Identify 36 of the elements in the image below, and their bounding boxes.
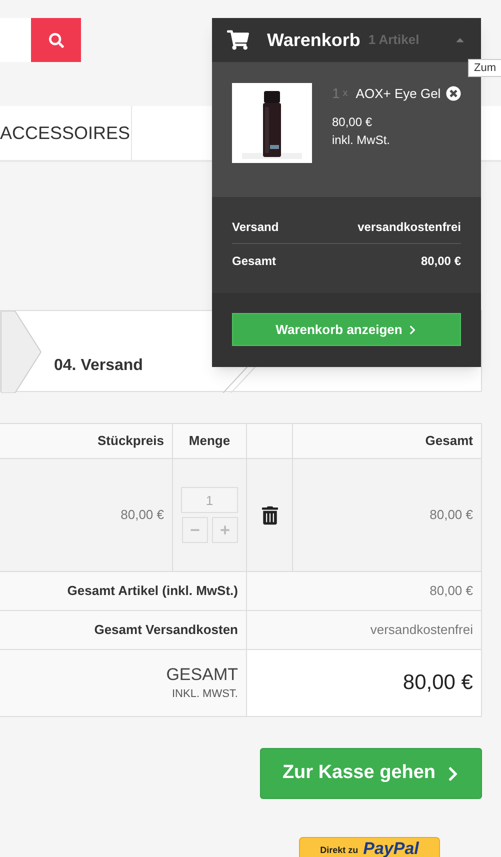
table-cell: 80,00 € — [0, 459, 173, 571]
close-icon — [446, 86, 461, 101]
total-value: versandkostenfrei — [358, 219, 461, 236]
summary-value: versandkostenfrei — [369, 621, 474, 640]
search-field[interactable] — [0, 18, 31, 62]
delete-button[interactable] — [262, 506, 278, 524]
quantity-field[interactable]: 1 — [181, 487, 238, 513]
cart-title: Warenkorb — [267, 28, 360, 52]
nav-link[interactable]: ACCESSOIRES — [0, 106, 132, 160]
total-label: Gesamt — [232, 252, 276, 270]
remove-button[interactable] — [446, 86, 461, 101]
cart-icon — [227, 30, 249, 50]
tooltip: Zum — [468, 59, 501, 77]
column-header: Gesamt — [424, 432, 474, 450]
total-value: 80,00 € — [420, 252, 461, 270]
grand-total-label: GESAMT — [166, 664, 238, 686]
table-cell-text: 80,00 € — [428, 506, 474, 524]
item-name: AOX+ Eye Gel — [356, 84, 441, 103]
column-header: Menge — [173, 424, 247, 458]
total-label: Versand — [232, 219, 279, 236]
tax-note: inkl. MwSt. — [332, 132, 392, 149]
search-icon — [48, 32, 64, 48]
chevron-right-icon — [408, 324, 418, 334]
tax-note: INKL. MWST. — [172, 686, 238, 702]
checkout-button[interactable]: Zur Kasse gehen — [260, 748, 482, 799]
step-label: 04. Versand — [54, 357, 144, 375]
grand-total-value: 80,00 € — [247, 650, 481, 716]
summary-value: 80,00 € — [428, 582, 474, 600]
trash-icon — [262, 506, 278, 524]
plus-icon — [220, 525, 230, 535]
item-price: 80,00 € — [332, 114, 374, 131]
view-cart-button[interactable]: Warenkorb anzeigen — [232, 313, 461, 346]
column-header: Stückpreis — [0, 424, 173, 458]
search-button[interactable] — [31, 18, 81, 62]
summary-label: Gesamt Versandkosten — [0, 611, 247, 649]
summary-label: Gesamt Artikel (inkl. MwSt.) — [0, 572, 247, 610]
